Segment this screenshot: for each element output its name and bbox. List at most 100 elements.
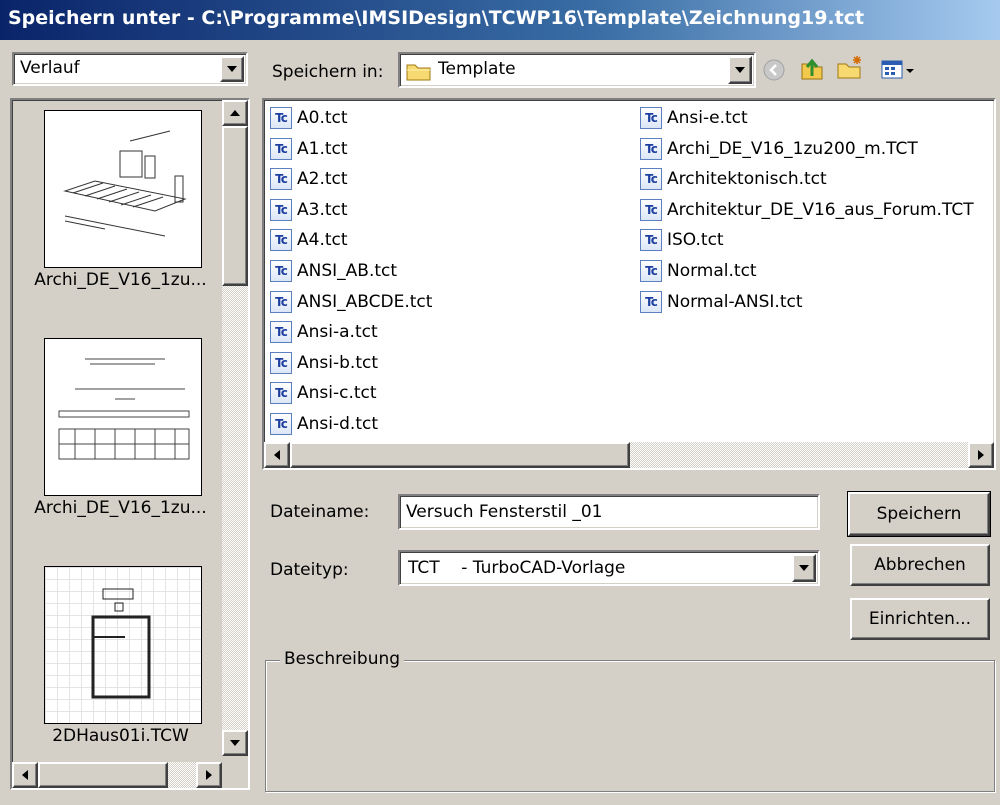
file-item[interactable]: Tc Architektonisch.tct: [640, 165, 827, 193]
up-folder-icon[interactable]: [798, 54, 826, 82]
turbocad-file-icon: Tc: [640, 107, 662, 129]
file-name: Normal-ANSI.tct: [667, 291, 803, 312]
file-item[interactable]: Tc A3.tct: [270, 196, 348, 224]
chevron-up-icon: [230, 110, 240, 116]
turbocad-file-icon: Tc: [270, 351, 292, 374]
history-scroll-right-button[interactable]: [196, 762, 222, 788]
description-title: Beschreibung: [280, 649, 405, 669]
filelist-scroll-right-button[interactable]: [968, 442, 994, 468]
chevron-down-icon: [227, 66, 237, 72]
drawing-preview-icon: [63, 130, 187, 237]
cancel-button-label: Abbrechen: [874, 555, 966, 575]
turbocad-file-icon: Tc: [270, 168, 292, 191]
file-name: Normal.tct: [667, 261, 757, 281]
file-item[interactable]: Tc Archi_DE_V16_1zu200_m.TCT: [640, 135, 918, 163]
file-name: A2.tct: [297, 169, 348, 190]
turbocad-file-icon: Tc: [270, 107, 292, 129]
save-button[interactable]: Speichern: [847, 491, 991, 537]
history-thumbnail-label: 2DHaus01i.TCW: [52, 726, 189, 746]
savein-combo[interactable]: Template: [398, 52, 756, 88]
history-combo-arrow[interactable]: [220, 56, 244, 82]
file-name: Architektonisch.tct: [667, 169, 827, 190]
file-item[interactable]: Tc ISO.tct: [640, 226, 724, 254]
filename-value: Versuch Fensterstil _01: [406, 502, 603, 522]
turbocad-file-icon: Tc: [270, 321, 292, 344]
chevron-down-icon: [230, 740, 240, 746]
filetype-label: Dateityp:: [270, 560, 349, 580]
history-thumbnail-label: Archi_DE_V16_1zu...: [34, 270, 207, 290]
save-button-label: Speichern: [876, 504, 962, 524]
drawing-preview-icon: [91, 588, 151, 699]
filelist-hscroll-thumb[interactable]: [290, 442, 630, 468]
filetype-select[interactable]: TCT - TurboCAD-Vorlage: [398, 550, 820, 586]
filename-input[interactable]: Versuch Fensterstil _01: [398, 494, 820, 530]
turbocad-file-icon: Tc: [640, 168, 662, 191]
file-name: A3.tct: [297, 199, 348, 220]
file-item[interactable]: Tc Ansi-a.tct: [270, 318, 378, 346]
folder-icon: [406, 61, 432, 86]
turbocad-file-icon: Tc: [270, 229, 292, 252]
savein-combo-arrow[interactable]: [728, 56, 752, 84]
history-scroll-left-button[interactable]: [12, 762, 38, 788]
filename-label: Dateiname:: [270, 502, 370, 522]
file-item[interactable]: Tc ANSI_ABCDE.tct: [270, 288, 432, 316]
turbocad-file-icon: Tc: [270, 260, 292, 282]
chevron-right-icon: [978, 450, 984, 460]
file-item[interactable]: Tc Ansi-c.tct: [270, 379, 377, 407]
file-item[interactable]: Tc ANSI_AB.tct: [270, 257, 397, 285]
file-name: ANSI_AB.tct: [297, 261, 398, 281]
chevron-down-icon: [735, 67, 745, 73]
history-thumbnail-label: Archi_DE_V16_1zu...: [34, 498, 207, 518]
file-list[interactable]: Tc A0.tct Tc A1.tct Tc A2.tct Tc A3.tct Tc A4.tct…: [262, 98, 996, 470]
file-name: Archi_DE_V16_1zu200_m.TCT: [667, 138, 918, 159]
file-item[interactable]: Tc Architektur_DE_V16_aus_Forum.TCT: [640, 196, 974, 224]
file-item[interactable]: Tc A2.tct: [270, 165, 348, 193]
chevron-right-icon: [206, 770, 212, 780]
turbocad-file-icon: Tc: [270, 198, 292, 221]
cancel-button[interactable]: Abbrechen: [850, 544, 990, 586]
filetype-select-arrow[interactable]: [792, 554, 816, 582]
history-combo-value: Verlauf: [20, 58, 80, 78]
file-item[interactable]: Tc Ansi-d.tct: [270, 410, 378, 438]
chevron-down-icon: [799, 565, 809, 571]
file-name: Ansi-b.tct: [297, 352, 378, 373]
title-bar[interactable]: Speichern unter - C:\Programme\IMSIDesig…: [0, 0, 1000, 40]
file-item[interactable]: Tc Normal.tct: [640, 257, 757, 285]
turbocad-file-icon: Tc: [270, 290, 292, 313]
description-group: Beschreibung: [265, 649, 995, 792]
turbocad-file-icon: Tc: [640, 137, 662, 160]
file-name: Ansi-d.tct: [297, 414, 378, 434]
chevron-left-icon: [22, 770, 28, 780]
history-thumbnail[interactable]: [44, 338, 202, 496]
history-hscroll-thumb[interactable]: [38, 762, 168, 788]
history-scroll-up-button[interactable]: [222, 100, 248, 126]
history-vscroll-thumb[interactable]: [222, 126, 248, 286]
file-name: Architektur_DE_V16_aus_Forum.TCT: [667, 199, 974, 220]
setup-button[interactable]: Einrichten...: [850, 598, 990, 640]
history-panel[interactable]: Archi_DE_V16_1zu... Archi_DE_V16_1zu...: [10, 98, 250, 790]
file-name: Ansi-e.tct: [667, 108, 748, 128]
history-thumbnail[interactable]: [44, 110, 202, 268]
file-name: Ansi-c.tct: [297, 383, 377, 404]
file-item[interactable]: Tc A1.tct: [270, 135, 348, 163]
view-menu-icon[interactable]: [880, 56, 920, 84]
turbocad-file-icon: Tc: [270, 382, 292, 405]
filetype-value: TCT - TurboCAD-Vorlage: [408, 558, 626, 578]
file-item[interactable]: Tc Ansi-e.tct: [640, 104, 748, 132]
filelist-scroll-left-button[interactable]: [264, 442, 290, 468]
back-icon[interactable]: [760, 56, 788, 84]
setup-button-label: Einrichten...: [868, 609, 972, 629]
history-scroll-down-button[interactable]: [222, 730, 248, 756]
file-name: Ansi-a.tct: [297, 322, 378, 343]
history-combo[interactable]: Verlauf: [12, 52, 248, 86]
file-item[interactable]: Tc Ansi-b.tct: [270, 349, 378, 377]
turbocad-file-icon: Tc: [640, 198, 662, 221]
new-folder-icon[interactable]: [836, 54, 864, 82]
window-title: Speichern unter - C:\Programme\IMSIDesig…: [8, 7, 865, 29]
file-item[interactable]: Tc A0.tct: [270, 104, 348, 132]
file-item[interactable]: Tc A4.tct: [270, 226, 348, 254]
file-name: A1.tct: [297, 138, 348, 159]
history-thumbnail[interactable]: [44, 566, 202, 724]
file-item[interactable]: Tc Normal-ANSI.tct: [640, 288, 803, 316]
file-name: A0.tct: [297, 108, 348, 128]
